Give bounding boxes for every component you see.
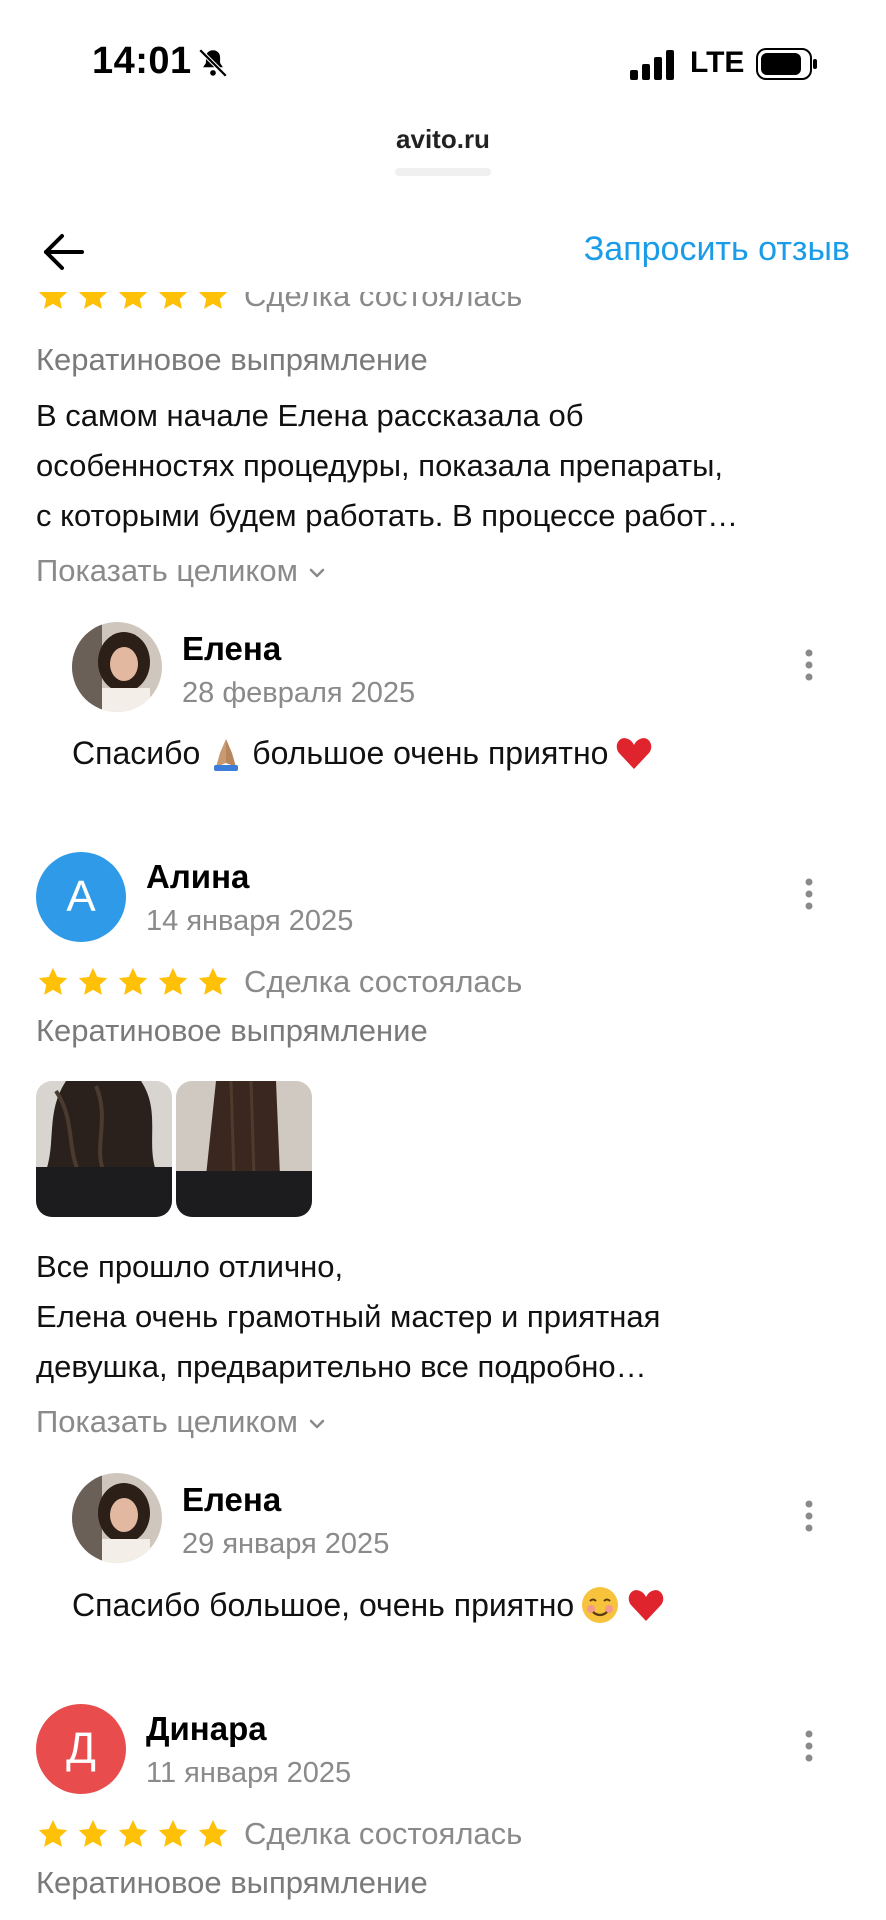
- star-icon: [38, 292, 68, 309]
- service-name: Кератиновое выпрямление: [36, 1865, 428, 1900]
- deal-status: Сделка состоялась: [244, 964, 523, 999]
- reply-text-end: большое очень приятно: [252, 734, 609, 771]
- star-icon: [118, 1819, 148, 1847]
- back-arrow-icon[interactable]: [38, 226, 90, 278]
- review-text-line: девушка, предварительно все подробно…: [36, 1349, 647, 1384]
- star-icon: [198, 967, 228, 995]
- star-icon: [78, 967, 108, 995]
- avatar-photo-icon: [72, 1473, 162, 1563]
- rating-stars: [36, 1817, 230, 1851]
- review-author-name: Динара: [146, 1710, 267, 1747]
- star-icon: [118, 967, 148, 995]
- praying-hands-icon: [214, 739, 239, 771]
- reply-text-start: Спасибо: [72, 734, 201, 771]
- review-text: В самом начале Елена рассказала об особе…: [36, 391, 856, 541]
- avatar-photo-icon: [72, 622, 162, 712]
- reply-author-name: Елена: [182, 1481, 282, 1518]
- avatar: [72, 1473, 162, 1563]
- more-options-icon[interactable]: [804, 1729, 814, 1763]
- review-text-line: В самом начале Елена рассказала об: [36, 398, 584, 433]
- review-date: 14 января 2025: [146, 905, 354, 937]
- browser-url[interactable]: avito.ru: [0, 124, 886, 155]
- review-text: Все прошло отлично, Елена очень грамотны…: [36, 1242, 856, 1392]
- review-rating-row: Сделка состоялась: [36, 1816, 522, 1852]
- review-text-line: Все прошло отлично,: [36, 1249, 344, 1284]
- star-icon: [118, 292, 148, 309]
- deal-status: Сделка состоялась: [244, 1816, 523, 1851]
- rating-stars: [36, 965, 230, 999]
- chevron-down-icon: [309, 568, 325, 578]
- more-options-icon[interactable]: [804, 877, 814, 911]
- reply-text: Спасибо большое, очень приятно: [72, 1582, 672, 1628]
- service-name: Кератиновое выпрямление: [36, 1013, 428, 1048]
- deal-status: Сделка состоялась: [244, 292, 523, 313]
- review-rating-row: Сделка состоялась: [36, 292, 856, 328]
- network-type: LTE: [690, 46, 745, 79]
- reply-author-name: Елена: [182, 630, 282, 667]
- avatar-initial: Д: [66, 1724, 96, 1773]
- avatar: Д: [36, 1704, 126, 1794]
- signal-icon: [630, 50, 674, 80]
- smiling-face-icon: [582, 1587, 619, 1623]
- review-text-line: Елена очень грамотный мастер и приятная: [36, 1299, 661, 1334]
- star-icon: [78, 1819, 108, 1847]
- star-icon: [78, 292, 108, 309]
- hair-photo-before-icon: [36, 1081, 172, 1217]
- review-photo[interactable]: [36, 1081, 172, 1217]
- hair-photo-after-icon: [176, 1081, 312, 1217]
- star-icon: [158, 1819, 188, 1847]
- show-full-link[interactable]: Показать целиком: [36, 1404, 328, 1440]
- star-icon: [198, 1819, 228, 1847]
- reply-date: 28 февраля 2025: [182, 677, 416, 709]
- bell-muted-icon: [198, 48, 228, 78]
- avatar: А: [36, 852, 126, 942]
- show-full-label: Показать целиком: [36, 1404, 298, 1439]
- status-time: 14:01: [92, 40, 192, 82]
- reply-text-content: Спасибо большое, очень приятно: [72, 1586, 575, 1623]
- star-icon: [158, 292, 188, 309]
- battery-icon: [756, 48, 817, 80]
- rating-stars: [36, 292, 230, 313]
- avatar-initial: А: [66, 872, 96, 921]
- request-review-button[interactable]: Запросить отзыв: [584, 230, 850, 269]
- more-options-icon[interactable]: [804, 648, 814, 682]
- star-icon: [38, 1819, 68, 1847]
- review-text-line: особенностях процедуры, показала препара…: [36, 448, 724, 483]
- reply-text: Спасибо большое очень приятно: [72, 730, 660, 776]
- more-options-icon[interactable]: [804, 1499, 814, 1533]
- red-heart-icon: [617, 738, 652, 769]
- review-author-name: Алина: [146, 858, 250, 895]
- service-name: Кератиновое выпрямление: [36, 342, 428, 377]
- avatar: [72, 622, 162, 712]
- url-underline: [395, 168, 491, 176]
- show-full-label: Показать целиком: [36, 553, 298, 588]
- star-icon: [198, 292, 228, 309]
- red-heart-icon: [628, 1590, 664, 1621]
- review-photo[interactable]: [176, 1081, 312, 1217]
- show-full-link[interactable]: Показать целиком: [36, 553, 328, 589]
- star-icon: [158, 967, 188, 995]
- reply-date: 29 января 2025: [182, 1528, 390, 1560]
- chevron-down-icon: [309, 1419, 325, 1429]
- review-rating-row: Сделка состоялась: [36, 964, 522, 1000]
- review-date: 11 января 2025: [146, 1757, 352, 1789]
- star-icon: [38, 967, 68, 995]
- review-text-line: с которыми будем работать. В процессе ра…: [36, 498, 739, 533]
